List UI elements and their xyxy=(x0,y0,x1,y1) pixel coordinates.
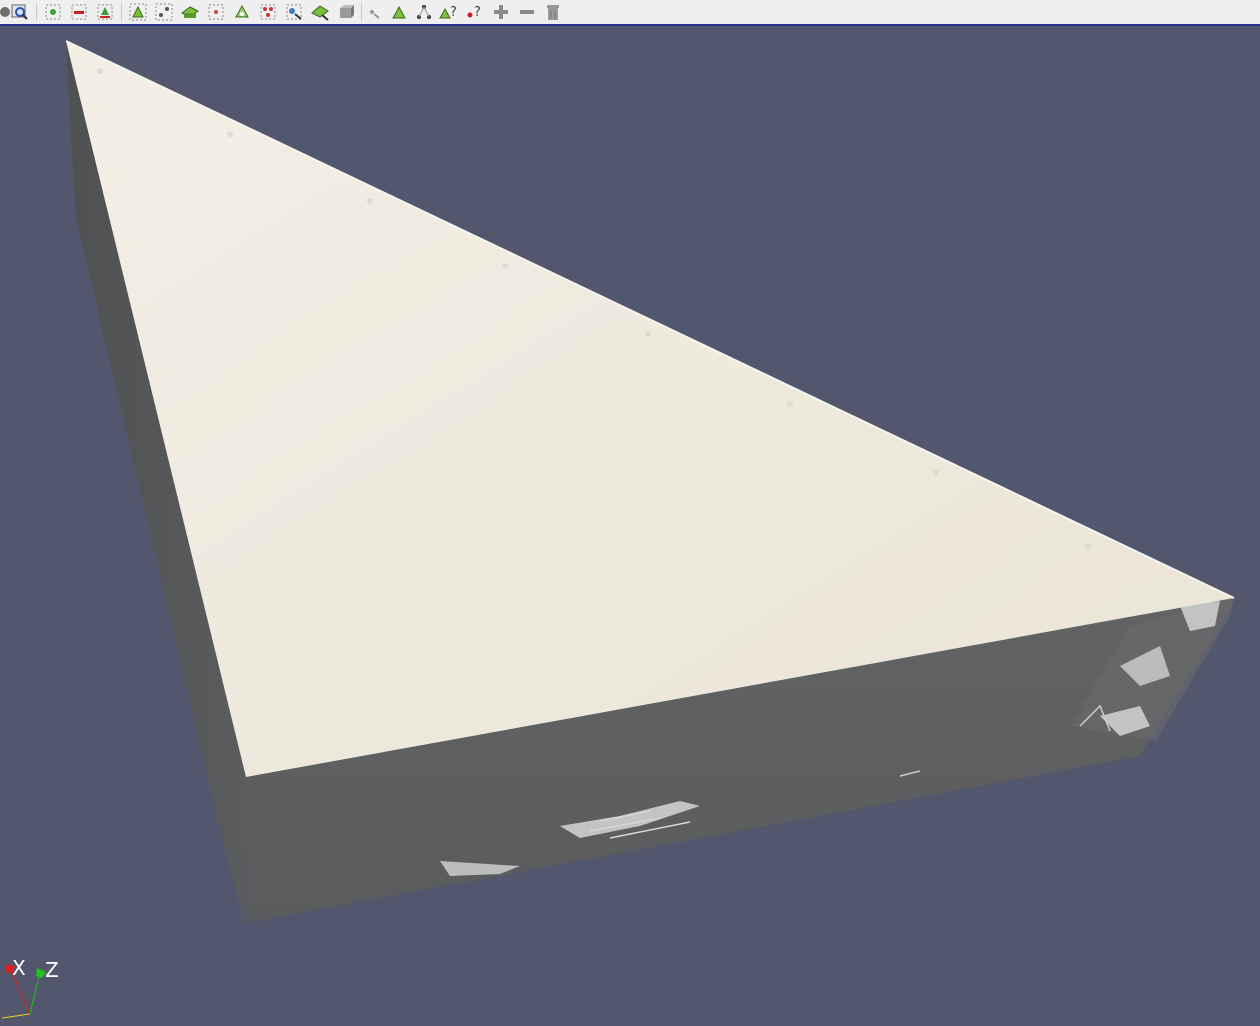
select-points-through-button[interactable] xyxy=(257,1,279,23)
svg-text:?: ? xyxy=(450,5,457,20)
interactive-select-points-button[interactable] xyxy=(179,1,201,23)
z-axis-label: Z xyxy=(45,958,59,982)
query-point-button[interactable]: ? xyxy=(464,1,486,23)
select-block-icon xyxy=(129,3,147,21)
select-cells-on-icon xyxy=(45,4,61,20)
orientation-axes: X Z xyxy=(0,946,80,1026)
select-polygon-icon xyxy=(97,4,113,20)
frustum-cells-button[interactable] xyxy=(205,1,227,23)
render-view-3d[interactable]: X Z xyxy=(0,26,1260,1019)
frustum-points-button[interactable] xyxy=(231,1,253,23)
clear-selection-button[interactable] xyxy=(542,1,564,23)
grow-selection-button[interactable] xyxy=(490,1,512,23)
interactive-select-cells-icon xyxy=(155,3,173,21)
select-points-on-icon xyxy=(71,4,87,20)
hover-cells-icon xyxy=(340,5,354,18)
selection-toolbar: ? ? xyxy=(0,0,1260,26)
hover-points-icon xyxy=(311,5,329,21)
select-cells-with-polygon-button[interactable] xyxy=(94,1,116,23)
show-triangle-button[interactable] xyxy=(388,1,410,23)
minus-icon xyxy=(520,10,534,14)
svg-text:?: ? xyxy=(474,5,481,20)
interactive-select-points-icon xyxy=(181,6,199,18)
select-cells-through-button[interactable] xyxy=(283,1,305,23)
zoom-to-box-button[interactable] xyxy=(9,1,31,23)
select-block-button[interactable] xyxy=(127,1,149,23)
select-points-on-button[interactable] xyxy=(68,1,90,23)
x-axis-label: X xyxy=(12,956,26,980)
select-cells-on-button[interactable] xyxy=(42,1,64,23)
zoom-box-icon xyxy=(11,4,28,20)
shrink-selection-button[interactable] xyxy=(516,1,538,23)
y-axis-line xyxy=(1,1013,31,1019)
plus-icon xyxy=(494,5,508,19)
query-cell-button[interactable]: ? xyxy=(438,1,460,23)
z-axis-line xyxy=(29,971,41,1015)
interactive-select-cells-button[interactable] xyxy=(153,1,175,23)
trash-icon xyxy=(547,5,559,20)
hover-points-button[interactable] xyxy=(309,1,331,23)
hover-cells-button[interactable] xyxy=(335,1,357,23)
triangular-prism-model[interactable] xyxy=(0,26,1260,1006)
show-points-button[interactable] xyxy=(413,1,435,23)
pick-point-button[interactable] xyxy=(363,1,385,23)
